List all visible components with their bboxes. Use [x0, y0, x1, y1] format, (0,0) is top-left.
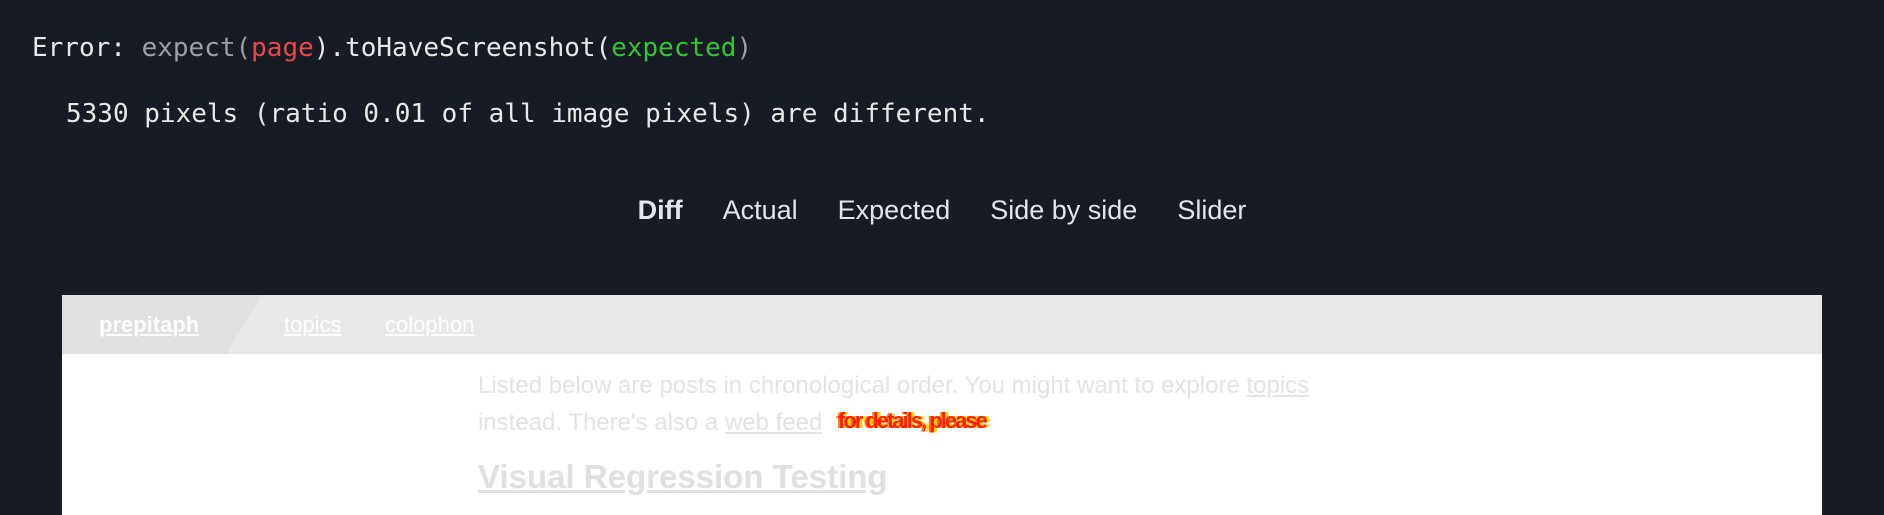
error-call-mid: ).toHaveScreenshot(: [313, 33, 612, 63]
tab-slider[interactable]: Slider: [1177, 190, 1246, 230]
error-call-close: ): [736, 33, 753, 63]
error-prefix: Error:: [32, 33, 142, 63]
error-message: Error: expect(page).toHaveScreenshot(exp…: [32, 30, 752, 66]
tab-side-by-side[interactable]: Side by side: [990, 190, 1137, 230]
intro-web-feed-link[interactable]: web feed: [725, 409, 822, 436]
intro-topics-link[interactable]: topics: [1246, 372, 1309, 399]
tab-diff[interactable]: Diff: [638, 190, 683, 230]
site-brand-link[interactable]: prepitaph: [99, 312, 199, 338]
intro-text-2: instead. There's also a: [478, 409, 725, 436]
tab-actual[interactable]: Actual: [723, 190, 798, 230]
nav-topics-link[interactable]: topics: [284, 312, 341, 338]
intro-text-1: Listed below are posts in chronological …: [478, 372, 1247, 399]
post-title-link[interactable]: Visual Regression Testing: [478, 458, 888, 496]
error-argument: expected: [611, 33, 737, 63]
tab-expected[interactable]: Expected: [838, 190, 951, 230]
error-detail: 5330 pixels (ratio 0.01 of all image pix…: [66, 99, 990, 129]
error-subject: page: [251, 33, 314, 63]
site-header: prepitaph topics colophon: [62, 295, 1822, 354]
view-tabs: Diff Actual Expected Side by side Slider: [0, 190, 1884, 230]
diff-image-preview: prepitaph topics colophon Listed below a…: [62, 295, 1822, 515]
error-call-open: expect(: [141, 33, 252, 63]
diff-highlight-region: for details, please: [838, 408, 988, 433]
nav-colophon-link[interactable]: colophon: [385, 312, 474, 338]
